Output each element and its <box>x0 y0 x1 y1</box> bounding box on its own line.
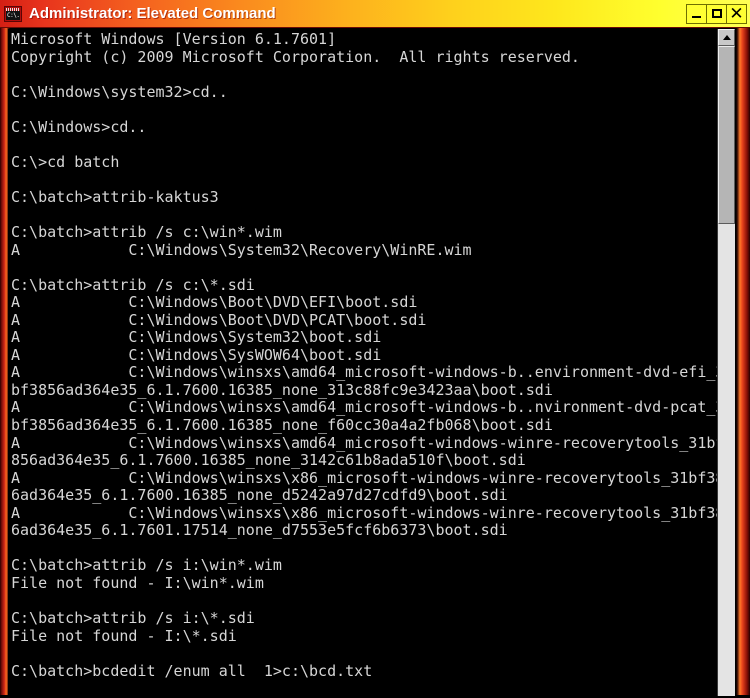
scroll-up-button[interactable] <box>718 29 735 46</box>
maximize-icon <box>711 9 722 18</box>
title-bar[interactable]: C:\. Administrator: Elevated Command ✕ <box>0 0 750 28</box>
window-title: Administrator: Elevated Command <box>29 5 276 22</box>
console-line: C:\>cd batch <box>11 152 120 171</box>
console-line: A C:\Windows\winsxs\amd64_microsoft-wind… <box>11 363 718 382</box>
minimize-icon <box>692 16 701 18</box>
console-line: C:\batch>attrib /s c:\win*.wim <box>11 223 282 242</box>
console-line: C:\batch>bcdedit /enum all 1>c:\bcd.txt <box>11 661 373 680</box>
close-button[interactable]: ✕ <box>726 3 747 24</box>
console-line: A C:\Windows\winsxs\x86_microsoft-window… <box>11 468 718 487</box>
console-line: Copyright (c) 2009 Microsoft Corporation… <box>11 47 580 66</box>
console-line: A C:\Windows\Boot\DVD\PCAT\boot.sdi <box>11 310 427 329</box>
console-line: C:\batch>attrib /s i:\*.sdi <box>11 609 255 628</box>
console-line: A C:\Windows\winsxs\amd64_microsoft-wind… <box>11 398 718 417</box>
console-line: Microsoft Windows [Version 6.1.7601] <box>11 30 337 48</box>
console-line: File not found - I:\*.sdi <box>11 626 237 645</box>
console-line: A C:\Windows\winsxs\x86_microsoft-window… <box>11 503 718 522</box>
window-controls: ✕ <box>686 3 747 24</box>
console-line: File not found - I:\win*.wim <box>11 573 264 592</box>
console-text-block: Microsoft Windows [Version 6.1.7601] Copy… <box>8 29 718 680</box>
console-line: C:\batch>attrib /s c:\*.sdi <box>11 275 255 294</box>
console-line: 6ad364e35_6.1.7600.16385_none_d5242a97d2… <box>11 486 508 505</box>
console-line: A C:\Windows\winsxs\amd64_microsoft-wind… <box>11 433 718 452</box>
close-icon: ✕ <box>729 4 744 23</box>
maximize-button[interactable] <box>706 3 727 24</box>
vertical-scrollbar[interactable] <box>717 29 735 696</box>
console-output-area[interactable]: Microsoft Windows [Version 6.1.7601] Copy… <box>8 29 718 696</box>
console-line: C:\Windows>cd.. <box>11 117 147 136</box>
scroll-up-arrow-icon <box>722 35 731 40</box>
console-line: A C:\Windows\Boot\DVD\EFI\boot.sdi <box>11 293 418 312</box>
console-line: C:\batch>attrib-kaktus3 <box>11 187 219 206</box>
console-line: bf3856ad364e35_6.1.7600.16385_none_313c8… <box>11 380 553 399</box>
minimize-button[interactable] <box>686 3 707 24</box>
console-line: 856ad364e35_6.1.7600.16385_none_3142c61b… <box>11 451 526 470</box>
cmd-console-icon[interactable]: C:\. <box>4 5 22 22</box>
scrollbar-thumb[interactable] <box>718 46 735 224</box>
console-line: 6ad364e35_6.1.7601.17514_none_d7553e5fcf… <box>11 521 508 540</box>
cmd-console-icon-text: C:\. <box>6 10 20 20</box>
console-line: C:\batch>attrib /s i:\win*.wim <box>11 556 282 575</box>
console-line: A C:\Windows\SysWOW64\boot.sdi <box>11 345 382 364</box>
console-line: A C:\Windows\System32\Recovery\WinRE.wim <box>11 240 472 259</box>
console-line: A C:\Windows\System32\boot.sdi <box>11 328 382 347</box>
console-line: C:\Windows\system32>cd.. <box>11 82 228 101</box>
console-line: bf3856ad364e35_6.1.7600.16385_none_f60cc… <box>11 416 553 435</box>
command-prompt-window: C:\. Administrator: Elevated Command ✕ M… <box>0 0 750 698</box>
window-frame-right-edge <box>736 28 750 698</box>
